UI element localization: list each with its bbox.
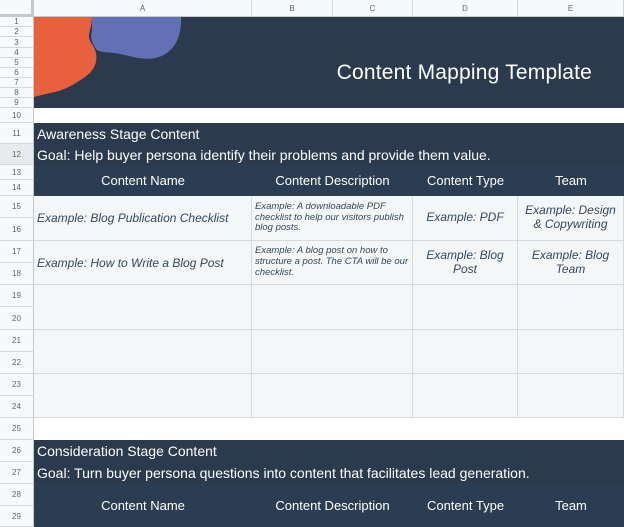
row-header-17[interactable]: 17: [0, 241, 34, 263]
column-header-a[interactable]: A: [34, 0, 252, 17]
content-description-cell[interactable]: [252, 330, 413, 374]
row-header-6[interactable]: 6: [0, 68, 34, 78]
row-header-26[interactable]: 26: [0, 440, 34, 462]
purple-blob-shape: [91, 17, 182, 59]
template-title: Content Mapping Template: [336, 61, 592, 84]
row-header-9[interactable]: 9: [0, 98, 34, 108]
row-header-2[interactable]: 2: [0, 27, 34, 37]
team-cell[interactable]: Example: Design & Copywriting: [518, 196, 624, 241]
awareness-goal[interactable]: Goal: Help buyer persona identify their …: [34, 144, 624, 165]
consideration-goal[interactable]: Goal: Turn buyer persona questions into …: [34, 462, 624, 484]
row-header-25[interactable]: 25: [0, 418, 34, 440]
row-header-18[interactable]: 18: [0, 263, 34, 285]
content-description-cell[interactable]: Example: A downloadable PDF checklist to…: [252, 196, 413, 241]
content-name-cell[interactable]: [34, 285, 252, 330]
row-header-24[interactable]: 24: [0, 396, 34, 418]
row-header-27[interactable]: 27: [0, 462, 34, 484]
row-header-21[interactable]: 21: [0, 330, 34, 352]
content-type-cell[interactable]: Example: Blog Post: [413, 241, 518, 285]
row-header-10[interactable]: 10: [0, 108, 34, 123]
awareness-table-header: Content Name Content Description Content…: [34, 165, 624, 196]
row-header-7[interactable]: 7: [0, 78, 34, 88]
team-cell[interactable]: [518, 330, 624, 374]
row-header-23[interactable]: 23: [0, 374, 34, 396]
row-header-4[interactable]: 4: [0, 48, 34, 58]
row-header-29[interactable]: 29: [0, 506, 34, 527]
content-name-cell[interactable]: [34, 330, 252, 374]
content-description-cell[interactable]: [252, 285, 413, 330]
content-type-cell[interactable]: Example: PDF: [413, 196, 518, 241]
row-header-11[interactable]: 11: [0, 123, 34, 144]
content-type-cell[interactable]: [413, 330, 518, 374]
row-header-14[interactable]: 14: [0, 180, 34, 196]
column-content-name[interactable]: Content Name: [34, 165, 252, 196]
row-header-28[interactable]: 28: [0, 484, 34, 506]
content-name-cell[interactable]: Example: How to Write a Blog Post: [34, 241, 252, 285]
awareness-section-title[interactable]: Awareness Stage Content: [34, 123, 624, 144]
select-all-corner[interactable]: [0, 0, 34, 17]
column-header-d[interactable]: D: [413, 0, 518, 17]
column-team[interactable]: Team: [518, 484, 624, 527]
column-content-description[interactable]: Content Description: [252, 165, 413, 196]
column-team[interactable]: Team: [518, 165, 624, 196]
content-name-cell[interactable]: [34, 374, 252, 418]
orange-blob-shape: [34, 17, 97, 97]
team-cell[interactable]: Example: Blog Team: [518, 241, 624, 285]
row-header-8[interactable]: 8: [0, 88, 34, 98]
column-content-type[interactable]: Content Type: [413, 484, 518, 527]
row-header-22[interactable]: 22: [0, 352, 34, 374]
content-name-cell[interactable]: Example: Blog Publication Checklist: [34, 196, 252, 241]
content-description-cell[interactable]: Example: A blog post on how to structure…: [252, 241, 413, 285]
team-cell[interactable]: [518, 285, 624, 330]
blank-row[interactable]: [34, 418, 624, 440]
row-header-15[interactable]: 15: [0, 196, 34, 218]
content-description-cell[interactable]: [252, 374, 413, 418]
column-header-c[interactable]: C: [333, 0, 413, 17]
column-content-description[interactable]: Content Description: [252, 484, 413, 527]
row-header-12[interactable]: 12: [0, 144, 34, 165]
column-content-name[interactable]: Content Name: [34, 484, 252, 527]
consideration-section-title[interactable]: Consideration Stage Content: [34, 440, 624, 462]
team-cell[interactable]: [518, 374, 624, 418]
row-header-16[interactable]: 16: [0, 218, 34, 241]
column-header-b[interactable]: B: [252, 0, 333, 17]
row-header-5[interactable]: 5: [0, 58, 34, 68]
banner: Content Mapping Template: [34, 17, 624, 108]
row-header-1[interactable]: 1: [0, 17, 34, 27]
row-header-3[interactable]: 3: [0, 37, 34, 48]
blank-row[interactable]: [34, 108, 624, 123]
row-header-19[interactable]: 19: [0, 285, 34, 307]
row-header-13[interactable]: 13: [0, 165, 34, 180]
consideration-table-header: Content Name Content Description Content…: [34, 484, 624, 527]
content-type-cell[interactable]: [413, 285, 518, 330]
content-type-cell[interactable]: [413, 374, 518, 418]
row-header-20[interactable]: 20: [0, 307, 34, 330]
column-content-type[interactable]: Content Type: [413, 165, 518, 196]
column-header-e[interactable]: E: [518, 0, 624, 17]
